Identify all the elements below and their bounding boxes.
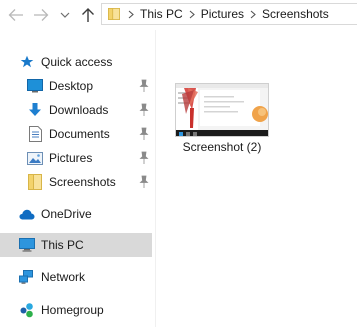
network-icon (19, 269, 35, 285)
nav-item-this-pc[interactable]: This PC (0, 233, 152, 257)
nav-item-network[interactable]: Network (0, 265, 152, 289)
screenshot-thumbnail-image (176, 84, 268, 136)
nav-label-quick-access: Quick access (41, 55, 113, 69)
arrow-right-icon (34, 9, 49, 21)
chevron-right-icon[interactable] (247, 10, 259, 19)
pin-icon[interactable] (138, 79, 150, 93)
desktop-icon (27, 78, 43, 94)
pin-icon[interactable] (138, 151, 150, 165)
folder-icon (27, 174, 43, 190)
nav-item-onedrive[interactable]: OneDrive (0, 202, 152, 226)
pane-divider[interactable] (155, 30, 156, 327)
nav-item-quick-access[interactable]: Quick access (0, 50, 152, 74)
chevron-down-icon (60, 12, 70, 18)
nav-item-downloads[interactable]: Downloads (0, 98, 152, 122)
document-icon (27, 126, 43, 142)
back-button[interactable] (8, 7, 24, 23)
nav-item-homegroup[interactable]: Homegroup (0, 298, 152, 322)
address-bar[interactable]: This PC Pictures Screenshots (101, 3, 357, 25)
cloud-icon (19, 206, 35, 222)
pin-icon[interactable] (138, 127, 150, 141)
navigation-toolbar: This PC Pictures Screenshots (0, 0, 357, 30)
computer-icon (19, 237, 35, 253)
pin-icon[interactable] (138, 103, 150, 117)
breadcrumb-screenshots[interactable]: Screenshots (259, 7, 332, 21)
nav-label-documents: Documents (49, 127, 110, 141)
nav-label-onedrive: OneDrive (41, 207, 92, 221)
nav-item-desktop[interactable]: Desktop (0, 74, 152, 98)
nav-label-screenshots: Screenshots (49, 175, 116, 189)
up-button[interactable] (79, 7, 97, 23)
folder-icon (108, 8, 120, 20)
nav-label-network: Network (41, 270, 86, 284)
chevron-right-icon[interactable] (125, 10, 137, 19)
forward-button[interactable] (33, 7, 49, 23)
nav-label-downloads: Downloads (49, 103, 109, 117)
arrow-left-icon (8, 9, 23, 21)
file-thumbnail (175, 83, 269, 137)
star-icon (19, 54, 35, 70)
nav-label-desktop: Desktop (49, 79, 94, 93)
breadcrumb-this-pc[interactable]: This PC (137, 7, 186, 21)
file-item[interactable]: Screenshot (2) (172, 78, 272, 158)
navigation-pane: Quick access Desktop Downloads Documents… (0, 30, 152, 327)
file-name: Screenshot (2) (182, 140, 262, 154)
breadcrumb-pictures[interactable]: Pictures (198, 7, 247, 21)
pin-icon[interactable] (138, 175, 150, 189)
nav-item-screenshots[interactable]: Screenshots (0, 170, 152, 194)
nav-label-this-pc: This PC (41, 238, 84, 252)
pictures-icon (27, 150, 43, 166)
download-icon (27, 102, 43, 118)
nav-label-pictures: Pictures (49, 151, 93, 165)
nav-label-homegroup: Homegroup (41, 303, 104, 317)
nav-item-pictures[interactable]: Pictures (0, 146, 152, 170)
nav-item-documents[interactable]: Documents (0, 122, 152, 146)
homegroup-icon (19, 302, 35, 318)
recent-locations-button[interactable] (59, 7, 71, 23)
arrow-up-icon (82, 8, 94, 22)
chevron-right-icon[interactable] (186, 10, 198, 19)
